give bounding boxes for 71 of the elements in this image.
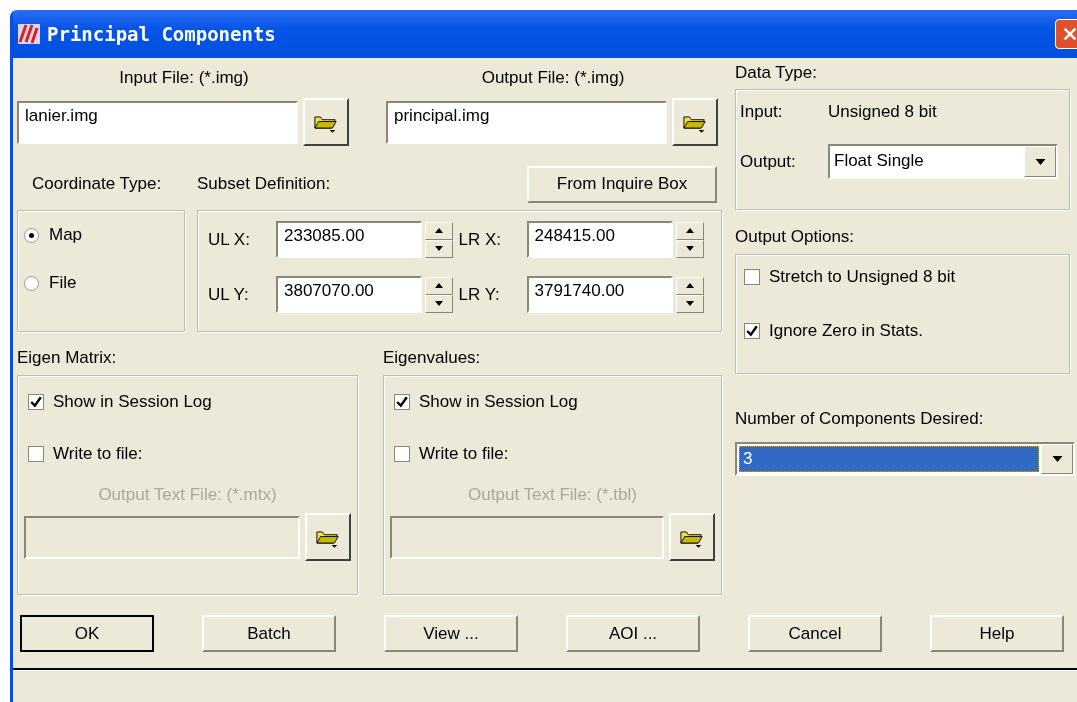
browse-button[interactable] — [672, 98, 718, 146]
up-arrow-icon — [435, 283, 443, 288]
dropdown-arrow-icon — [1034, 158, 1046, 165]
spin-up-button[interactable] — [675, 276, 704, 295]
up-arrow-icon — [685, 283, 694, 288]
option-label: Write to file: — [53, 444, 143, 464]
file-name-field[interactable] — [390, 515, 665, 559]
file-name-field[interactable] — [24, 515, 301, 559]
coordinate-field[interactable]: 248415.00 — [526, 221, 673, 258]
coordinate-label: UL Y: — [208, 284, 250, 305]
dropdown-arrow-icon — [1051, 456, 1063, 462]
close-icon — [1061, 25, 1077, 43]
up-arrow-icon — [685, 228, 694, 233]
close-button[interactable] — [1055, 19, 1077, 49]
components-dropdown[interactable]: 3 — [735, 442, 1075, 476]
spin-up-button[interactable] — [675, 221, 704, 240]
section-label: Eigen Matrix: — [17, 348, 118, 368]
down-arrow-icon — [435, 246, 443, 251]
input-type-value: Unsigned 8 bit — [828, 102, 937, 122]
option-label: Show in Session Log — [419, 392, 578, 412]
browse-button[interactable] — [303, 98, 349, 146]
file-name-field[interactable]: principal.img — [386, 100, 667, 144]
dialog-button[interactable]: AOI ... — [566, 615, 700, 652]
option-label: Ignore Zero in Stats. — [769, 321, 924, 341]
radio-button[interactable] — [24, 227, 39, 243]
coordinate-field[interactable]: 3807070.00 — [276, 276, 422, 313]
window-title: Principal Components — [47, 23, 277, 45]
output-type-dropdown[interactable]: Float Single — [828, 144, 1058, 179]
down-arrow-icon — [685, 246, 694, 251]
dialog-button[interactable]: Cancel — [748, 615, 882, 652]
field-label: Output Text File: (*.tbl) — [467, 485, 638, 505]
section-label: Eigenvalues: — [383, 348, 482, 368]
field-label: Output Text File: (*.mtx) — [97, 485, 278, 505]
coordinate-label: UL X: — [208, 229, 251, 250]
file-name-field[interactable]: lanier.img — [17, 100, 298, 144]
option-label: Map — [49, 225, 83, 245]
browse-button[interactable] — [669, 513, 715, 561]
spin-down-button[interactable] — [675, 239, 704, 258]
option-label: Write to file: — [419, 444, 509, 464]
app-logo-icon — [17, 22, 41, 46]
option-label: Show in Session Log — [53, 392, 212, 412]
coordinate-label: LR Y: — [458, 284, 501, 305]
up-arrow-icon — [435, 228, 443, 233]
section-label: Number of Components Desired: — [735, 409, 985, 429]
down-arrow-icon — [435, 301, 443, 306]
spin-up-button[interactable] — [425, 221, 453, 240]
from-inquire-box-button[interactable]: From Inquire Box — [527, 165, 717, 203]
dialog-button[interactable]: Help — [930, 615, 1064, 652]
coordinate-field[interactable]: 3791740.00 — [526, 276, 673, 313]
down-arrow-icon — [685, 301, 694, 306]
spin-up-button[interactable] — [425, 276, 453, 295]
checkbox[interactable] — [744, 323, 760, 339]
dialog-button[interactable]: View ... — [384, 615, 518, 652]
option-label: File — [49, 273, 77, 293]
field-label: Output File: (*.img) — [480, 68, 626, 88]
option-label: Stretch to Unsigned 8 bit — [769, 267, 956, 287]
section-label: Output Options: — [735, 227, 856, 247]
section-label: Coordinate Type: — [32, 174, 163, 194]
field-label: Output: — [740, 151, 797, 172]
dialog-button[interactable]: Batch — [202, 615, 336, 652]
coordinate-field[interactable]: 233085.00 — [276, 221, 422, 258]
dialog-button[interactable]: OK — [20, 615, 154, 652]
section-label: Subset Definition: — [197, 174, 332, 194]
section-label: Data Type: — [735, 63, 818, 83]
browse-button[interactable] — [305, 513, 351, 561]
spin-down-button[interactable] — [675, 294, 704, 313]
field-label: Input File: (*.img) — [118, 68, 250, 88]
coordinate-label: LR X: — [458, 229, 503, 250]
radio-button[interactable] — [24, 275, 39, 291]
checkbox[interactable] — [744, 269, 760, 285]
field-label: Input: — [740, 102, 784, 122]
